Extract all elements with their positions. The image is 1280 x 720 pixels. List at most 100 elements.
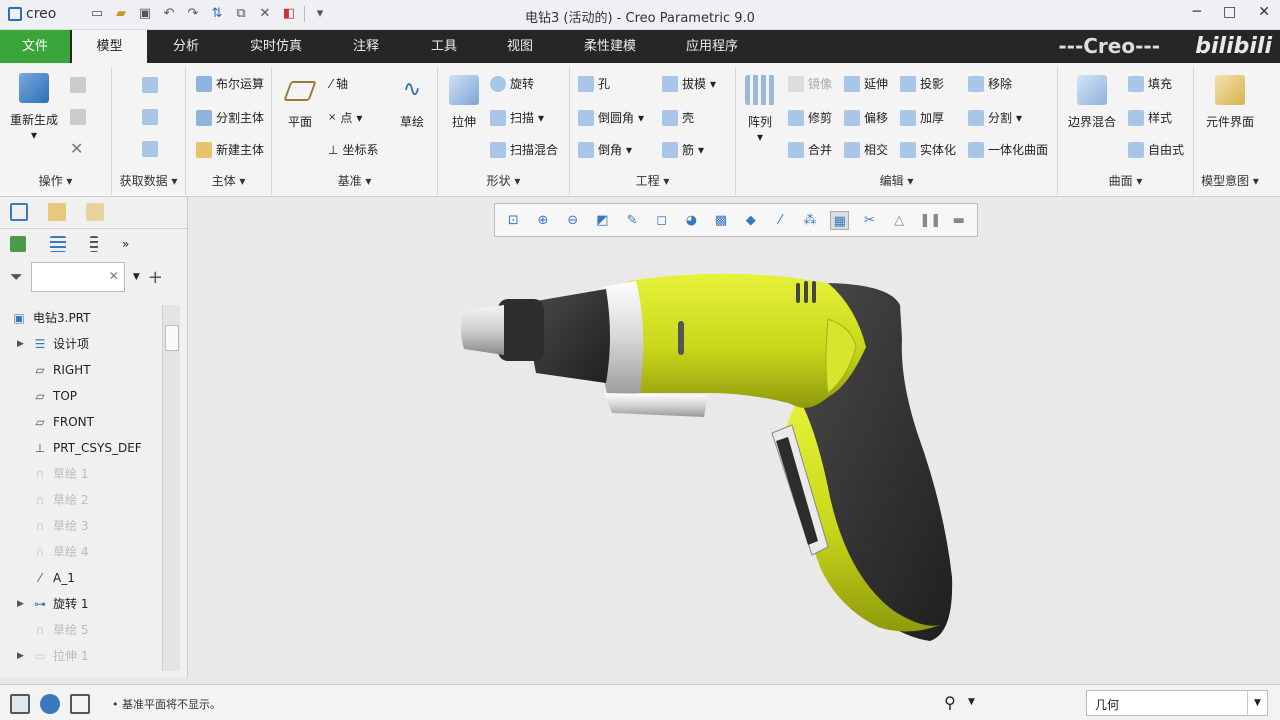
tree-item-extrude-1[interactable]: ▶ ▭ 拉伸 1 xyxy=(0,643,162,669)
tab-flexible-modeling[interactable]: 柔性建模 xyxy=(574,30,646,63)
group-label-datum[interactable]: 基准 ▾ xyxy=(272,172,437,189)
rib-button[interactable]: 筋 ▾ xyxy=(662,141,704,158)
tree-item-design-items[interactable]: ▶ ☰ 设计项 xyxy=(0,331,162,357)
group-label-shapes[interactable]: 形状 ▾ xyxy=(438,172,569,189)
chevron-down-icon[interactable]: ▼ xyxy=(1247,691,1267,715)
tab-tools[interactable]: 工具 xyxy=(418,30,470,63)
minimize-button[interactable]: ─ xyxy=(1193,4,1201,20)
group-label-editing[interactable]: 编辑 ▾ xyxy=(736,172,1057,189)
plane-button[interactable]: 平面 xyxy=(280,75,320,130)
group-label-surfaces[interactable]: 曲面 ▾ xyxy=(1058,172,1193,189)
extend-button[interactable]: 延伸 xyxy=(844,75,888,92)
revolve-button[interactable]: 旋转 xyxy=(490,75,534,92)
remove-button[interactable]: 移除 xyxy=(968,75,1012,92)
copy-geometry-icon[interactable] xyxy=(142,109,158,125)
trim-button[interactable]: 修剪 xyxy=(788,109,832,126)
tree-settings-icon[interactable] xyxy=(90,236,98,252)
selection-filter-dropdown[interactable]: 几何 ▼ xyxy=(1086,690,1268,716)
tab-applications[interactable]: 应用程序 xyxy=(676,30,748,63)
component-interface-button[interactable]: 元件界面 xyxy=(1200,75,1260,130)
maximize-button[interactable]: □ xyxy=(1223,4,1236,20)
group-label-get-data[interactable]: 获取数据 ▾ xyxy=(112,172,185,189)
fill-button[interactable]: 填充 xyxy=(1128,75,1172,92)
group-label-operations[interactable]: 操作 ▾ xyxy=(0,172,111,189)
model-tree-tab-icon[interactable] xyxy=(10,203,28,221)
group-label-engineering[interactable]: 工程 ▾ xyxy=(570,172,735,189)
axis-button[interactable]: ⁄ 轴 xyxy=(330,75,348,92)
extrude-button[interactable]: 拉伸 xyxy=(444,75,484,130)
filter-icon[interactable]: ⏷ xyxy=(10,267,23,287)
expand-arrow-icon[interactable]: ▶ xyxy=(17,331,24,357)
model-tree-toggle-icon[interactable] xyxy=(10,694,30,714)
hole-button[interactable]: 孔 xyxy=(578,75,610,92)
draft-button[interactable]: 拔模 ▾ xyxy=(662,75,716,92)
style-button[interactable]: 样式 xyxy=(1128,109,1172,126)
point-button[interactable]: × 点 ▾ xyxy=(328,109,362,126)
delete-icon[interactable]: ✕ xyxy=(70,139,83,158)
sweep-button[interactable]: 扫描 ▾ xyxy=(490,109,544,126)
regenerate-button[interactable]: 重新生成 ▾ xyxy=(4,73,64,142)
freestyle-button[interactable]: 自由式 xyxy=(1128,141,1184,158)
new-body-button[interactable]: 新建主体 xyxy=(196,141,264,158)
tree-list-icon[interactable] xyxy=(50,236,66,252)
pattern-button[interactable]: 阵列 ▾ xyxy=(740,75,780,144)
copy-icon[interactable] xyxy=(70,77,86,93)
user-defined-feature-icon[interactable] xyxy=(142,77,158,93)
thicken-button[interactable]: 加厚 xyxy=(900,109,944,126)
merge-button[interactable]: 合并 xyxy=(788,141,832,158)
tab-model[interactable]: 模型 xyxy=(72,30,147,63)
favorites-tab-icon[interactable] xyxy=(86,203,104,221)
project-button[interactable]: 投影 xyxy=(900,75,944,92)
group-label-model-intent[interactable]: 模型意图 ▾ xyxy=(1194,172,1266,189)
tree-scrollbar-thumb[interactable] xyxy=(165,325,179,351)
graphics-window[interactable]: ⊡ ⊕ ⊖ ◩ ✎ ◻ ◕ ▩ ◆ ⁄ ⁂ ▦ ✂ △ ❚❚ ▬ xyxy=(188,197,1280,677)
tree-item-csys[interactable]: ⊥ PRT_CSYS_DEF xyxy=(0,435,162,461)
expand-panel-icon[interactable]: » xyxy=(122,237,129,251)
paste-icon[interactable] xyxy=(70,109,86,125)
group-label-body[interactable]: 主体 ▾ xyxy=(186,172,271,189)
tree-item-sketch-1[interactable]: ∩ 草绘 1 xyxy=(0,461,162,487)
expand-arrow-icon[interactable]: ▶ xyxy=(17,591,24,617)
tree-search-input[interactable]: ✕ xyxy=(30,262,125,292)
boundary-blend-button[interactable]: 边界混合 xyxy=(1062,75,1122,130)
tree-item-top[interactable]: ▱ TOP xyxy=(0,383,162,409)
offset-button[interactable]: 偏移 xyxy=(844,109,888,126)
find-dropdown-icon[interactable]: ▼ xyxy=(968,697,975,707)
tree-item-right[interactable]: ▱ RIGHT xyxy=(0,357,162,383)
filter-dropdown-icon[interactable]: ▼ xyxy=(133,272,140,282)
sketch-button[interactable]: ∿ 草绘 xyxy=(394,75,430,130)
tree-item-sketch-5[interactable]: ∩ 草绘 5 xyxy=(0,617,162,643)
tab-file[interactable]: 文件 xyxy=(0,30,70,63)
tab-view[interactable]: 视图 xyxy=(494,30,546,63)
tree-item-revolve-1[interactable]: ▶ ⊶ 旋转 1 xyxy=(0,591,162,617)
chamfer-button[interactable]: 倒角 ▾ xyxy=(578,141,632,158)
tab-annotate[interactable]: 注释 xyxy=(340,30,392,63)
find-binoculars-icon[interactable]: ⚲ xyxy=(940,693,960,713)
tree-item-sketch-2[interactable]: ∩ 草绘 2 xyxy=(0,487,162,513)
shell-button[interactable]: 壳 xyxy=(662,109,694,126)
close-button[interactable]: ✕ xyxy=(1258,4,1270,20)
tree-item-axis[interactable]: ⁄ A_1 xyxy=(0,565,162,591)
mirror-button[interactable]: 镜像 xyxy=(788,75,832,92)
layers-icon[interactable] xyxy=(10,236,26,252)
folder-browser-tab-icon[interactable] xyxy=(48,203,66,221)
tab-live-simulation[interactable]: 实时仿真 xyxy=(238,30,314,63)
solidify-button[interactable]: 实体化 xyxy=(900,141,956,158)
split-button[interactable]: 分割 ▾ xyxy=(968,109,1022,126)
tree-item-sketch-4[interactable]: ∩ 草绘 4 xyxy=(0,539,162,565)
tree-item-sketch-3[interactable]: ∩ 草绘 3 xyxy=(0,513,162,539)
tree-item-root-part[interactable]: ▣ 电钻3.PRT xyxy=(0,305,162,331)
add-filter-icon[interactable]: + xyxy=(148,267,163,288)
unify-surface-button[interactable]: 一体化曲面 xyxy=(968,141,1048,158)
round-button[interactable]: 倒圆角 ▾ xyxy=(578,109,644,126)
clear-search-icon[interactable]: ✕ xyxy=(109,269,119,283)
boolean-operations-button[interactable]: 布尔运算 xyxy=(196,75,264,92)
intersect-button[interactable]: 相交 xyxy=(844,141,888,158)
fullscreen-toggle-icon[interactable] xyxy=(70,694,90,714)
coordinate-system-button[interactable]: ⊥ 坐标系 xyxy=(328,141,378,158)
shrinkwrap-icon[interactable] xyxy=(142,141,158,157)
expand-arrow-icon[interactable]: ▶ xyxy=(17,643,24,669)
tree-item-front[interactable]: ▱ FRONT xyxy=(0,409,162,435)
swept-blend-button[interactable]: 扫描混合 xyxy=(490,141,558,158)
tree-scrollbar[interactable] xyxy=(162,305,180,671)
